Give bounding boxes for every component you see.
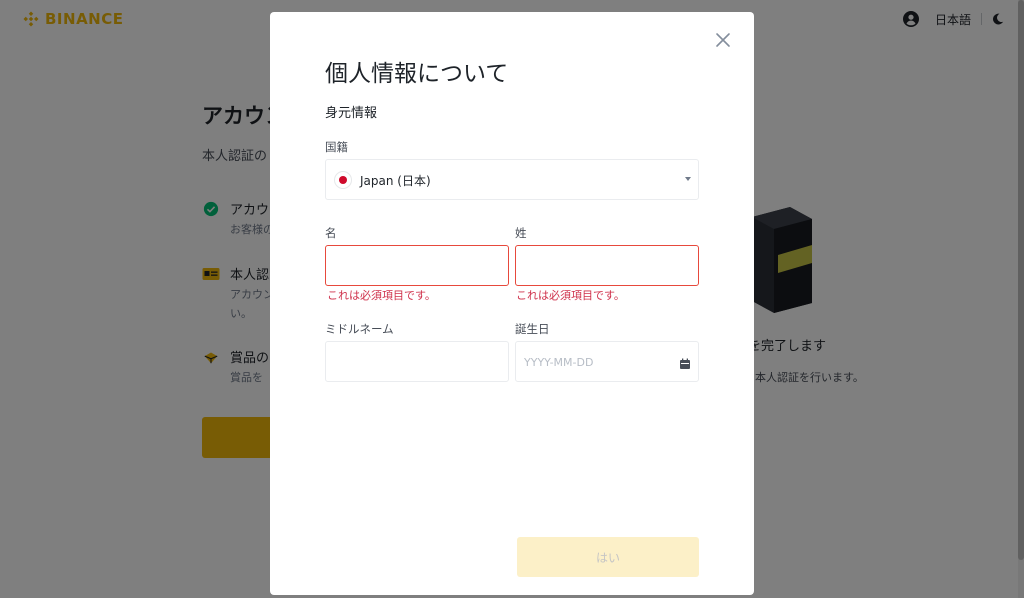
first-name-label: 名 (325, 226, 337, 240)
submit-button[interactable]: はい (517, 537, 699, 577)
identity-section-label: 身元情報 (325, 106, 378, 121)
birthdate-label: 誕生日 (515, 322, 550, 336)
birthdate-input[interactable] (515, 341, 699, 382)
nationality-label: 国籍 (325, 140, 348, 154)
last-name-label: 姓 (515, 226, 527, 240)
last-name-input[interactable] (515, 245, 699, 286)
nationality-select[interactable]: Japan (日本) (325, 159, 699, 200)
first-name-error: これは必須項目です。 (327, 289, 436, 302)
personal-info-modal: 個人情報について 身元情報 国籍 Japan (日本) 名 これは必須項目です。… (270, 12, 754, 595)
japan-flag-icon (334, 171, 352, 189)
middle-name-label: ミドルネーム (325, 322, 394, 336)
close-icon[interactable] (714, 31, 732, 49)
middle-name-input[interactable] (325, 341, 509, 382)
last-name-error: これは必須項目です。 (516, 289, 625, 302)
caret-down-icon (685, 177, 691, 181)
modal-title: 個人情報について (325, 61, 509, 87)
app-root: BINANCE 日本語 アカウン 本人認証の アカウ お客様の (0, 0, 1024, 598)
calendar-icon[interactable] (679, 358, 691, 370)
nationality-value: Japan (日本) (360, 174, 431, 188)
first-name-input[interactable] (325, 245, 509, 286)
